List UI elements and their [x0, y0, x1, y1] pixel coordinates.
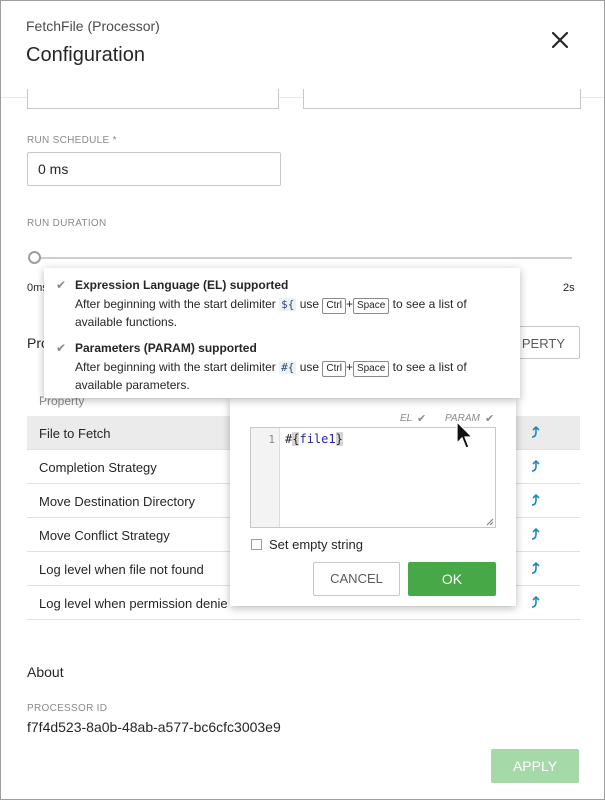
code-brace-close: } [335, 432, 343, 446]
field-stub-right[interactable] [303, 89, 581, 109]
property-name: Move Destination Directory [39, 494, 196, 509]
el-tooltip-title: Expression Language (EL) supported [75, 278, 289, 292]
check-icon: ✔ [485, 413, 495, 425]
space-key: Space [352, 361, 390, 377]
ctrl-key: Ctrl [322, 361, 346, 377]
param-tooltip-title: Parameters (PARAM) supported [75, 341, 257, 355]
run-duration-label: RUN DURATION [27, 218, 107, 229]
param-tooltip-text: After beginning with the start delimiter… [75, 360, 467, 392]
el-support-tooltip: ✔ Expression Language (EL) supported Aft… [44, 268, 520, 398]
check-icon: ✔ [56, 278, 67, 292]
check-icon: ✔ [56, 341, 67, 355]
check-icon: ✔ [417, 413, 427, 425]
el-flag: EL [400, 413, 413, 424]
field-stub-left[interactable] [27, 89, 279, 109]
go-to-icon[interactable] [530, 459, 542, 473]
processor-id-value: f7f4d523-8a0b-48ab-a577-bc6cfc3003e9 [27, 719, 281, 735]
space-key: Space [352, 298, 390, 314]
go-to-icon[interactable] [530, 561, 542, 575]
property-name: Completion Strategy [39, 460, 157, 475]
run-schedule-label: RUN SCHEDULE * [27, 135, 117, 146]
line-number: 1 [268, 433, 275, 446]
go-to-icon[interactable] [530, 493, 542, 507]
processor-id-label: PROCESSOR ID [27, 703, 108, 714]
go-to-icon[interactable] [530, 595, 542, 609]
resize-grip-icon[interactable] [486, 518, 494, 526]
run-duration-slider-track[interactable] [39, 257, 572, 259]
ctrl-key: Ctrl [322, 298, 346, 314]
el-tooltip-text: After beginning with the start delimiter… [75, 297, 467, 329]
set-empty-string-label: Set empty string [269, 537, 363, 552]
code-identifier: file1 [299, 432, 336, 446]
set-empty-string-checkbox[interactable] [251, 539, 262, 550]
line-gutter: 1 [251, 428, 280, 527]
run-duration-max: 2s [563, 282, 575, 294]
go-to-icon[interactable] [530, 425, 542, 439]
code-line[interactable]: #{file1} [285, 432, 343, 446]
run-duration-slider-thumb[interactable] [28, 251, 41, 264]
property-name: Log level when file not found [39, 562, 204, 577]
close-icon[interactable] [548, 28, 572, 52]
apply-button[interactable]: APPLY [491, 749, 579, 783]
processor-name: FetchFile (Processor) [26, 18, 160, 34]
property-name: Log level when permission denie [39, 596, 228, 611]
go-to-icon[interactable] [530, 527, 542, 541]
el-delimiter: ${ [279, 298, 297, 311]
run-schedule-input[interactable] [27, 152, 281, 186]
dialog-title: Configuration [26, 44, 145, 66]
mouse-cursor-icon [456, 421, 474, 449]
ok-button[interactable]: OK [408, 562, 496, 596]
cancel-button[interactable]: CANCEL [313, 562, 400, 596]
property-name: File to Fetch [39, 426, 111, 441]
property-name: Move Conflict Strategy [39, 528, 170, 543]
about-heading: About [27, 664, 64, 680]
param-delimiter: #{ [279, 361, 297, 374]
